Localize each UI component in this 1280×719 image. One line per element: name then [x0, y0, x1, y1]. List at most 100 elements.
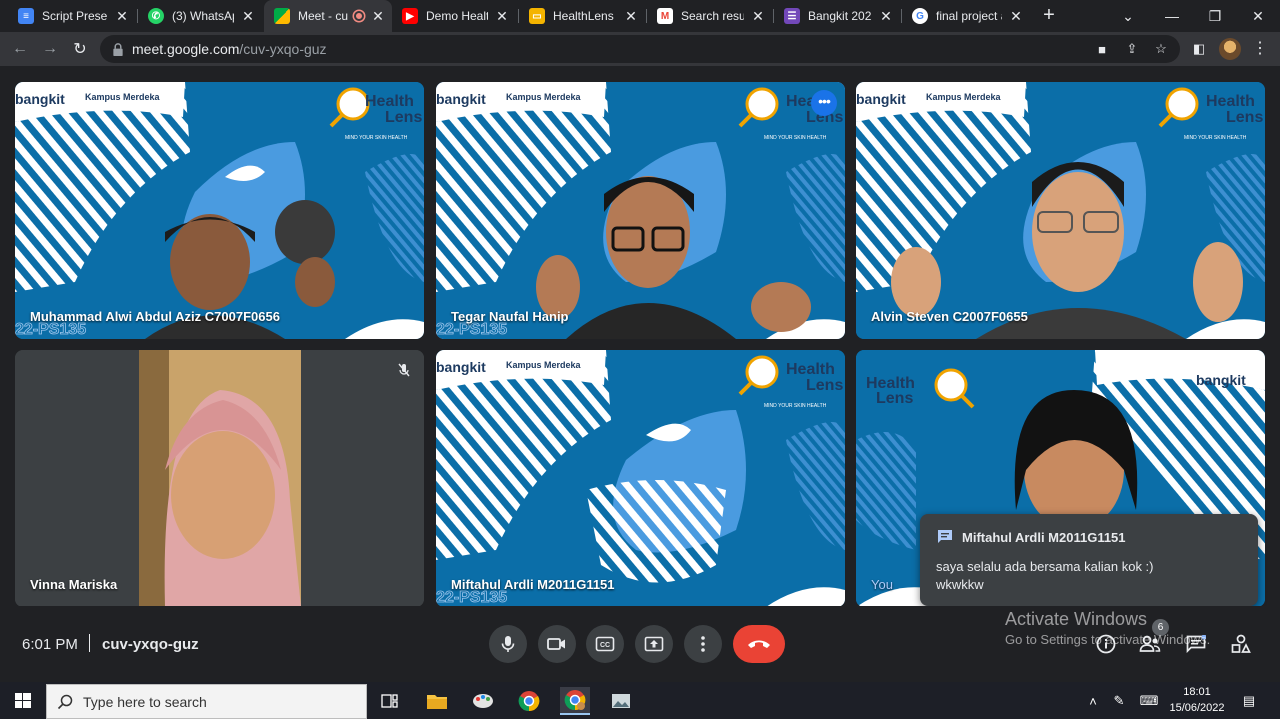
participant-tile[interactable]: bangkit Kampus Merdeka Health Lens MIND … [436, 82, 845, 339]
leave-call-button[interactable] [733, 625, 785, 663]
participant-name: Vinna Mariska [30, 577, 118, 592]
close-tab-icon[interactable]: ✕ [240, 8, 256, 25]
browser-menu-icon[interactable]: ⋮ [1252, 38, 1268, 58]
file-explorer-icon[interactable] [422, 687, 452, 715]
present-screen-button[interactable] [635, 625, 673, 663]
tab-whatsapp[interactable]: ✆ (3) WhatsApp ✕ [138, 0, 262, 32]
chrome-icon[interactable] [514, 687, 544, 715]
forward-button[interactable]: → [38, 37, 62, 61]
chat-message-popup[interactable]: Miftahul Ardli M2011G1151 saya selalu ad… [920, 514, 1258, 606]
google-slides-icon: ▭ [529, 8, 545, 24]
bg-logo-line2: Lens [385, 109, 422, 126]
close-tab-icon[interactable]: ✕ [114, 8, 130, 25]
tab-healthlens-presentation[interactable]: ▭ HealthLens Presentation ✕ [519, 0, 645, 32]
task-view-icon[interactable] [375, 687, 405, 715]
more-vert-icon [701, 636, 705, 652]
virtual-background: bangkit Kampus Merdeka Health Lens MIND … [436, 350, 845, 607]
participant-tile[interactable]: bangkit Kampus Merdeka Health Lens MIND … [15, 82, 424, 339]
close-tab-icon[interactable]: ✕ [494, 8, 510, 25]
url-host: meet.google.com [132, 41, 240, 57]
bg-logo-line1: Health [365, 93, 414, 110]
side-panel-icon[interactable]: ◧ [1189, 39, 1209, 59]
microphone-button[interactable] [489, 625, 527, 663]
address-bar[interactable]: meet.google.com/cuv-yxqo-guz [100, 35, 1180, 63]
bg-tagline: MIND YOUR SKIN HEALTH [1184, 135, 1247, 141]
taskbar-search-box[interactable]: Type here to search [46, 684, 367, 719]
tab-title: HealthLens Presentation [553, 9, 617, 23]
tab-title: Meet - cuv-yxqo-guz [298, 9, 348, 23]
video-camera-icon [547, 638, 565, 650]
camera-button[interactable] [538, 625, 576, 663]
bg-tagline: MIND YOUR SKIN HEALTH [345, 135, 408, 141]
tab-search-button[interactable]: ⌄ [1106, 0, 1150, 32]
profile-avatar[interactable] [1219, 38, 1241, 60]
bg-logo-line2: Lens [806, 377, 843, 394]
tab-gmail-search[interactable]: M Search results ✕ [647, 0, 772, 32]
captions-button[interactable]: CC [586, 625, 624, 663]
browser-tab-strip: ≡ Script Presentation ✕ ✆ (3) WhatsApp ✕… [0, 0, 1280, 32]
participant-name: You [871, 577, 893, 592]
bg-logo-line1: Health [786, 361, 835, 378]
close-tab-icon[interactable]: ✕ [1008, 8, 1024, 25]
tab-script-presentation[interactable]: ≡ Script Presentation ✕ [8, 0, 136, 32]
close-window-button[interactable]: ✕ [1236, 0, 1280, 32]
more-options-button[interactable] [684, 625, 722, 663]
bg-partner-text: Kampus Merdeka [506, 92, 582, 102]
participant-more-options-button[interactable]: ••• [811, 90, 837, 116]
divider [89, 634, 90, 652]
participant-video [15, 350, 424, 607]
google-docs-icon: ≡ [18, 8, 34, 24]
windows-start-icon[interactable] [8, 690, 38, 712]
activities-icon [1231, 634, 1251, 653]
back-button[interactable]: ← [8, 37, 32, 61]
tab-meet[interactable]: Meet - cuv-yxqo-guz ✕ [264, 0, 392, 32]
activities-button[interactable] [1229, 632, 1253, 656]
bg-partner-text: Kampus Merdeka [926, 92, 1002, 102]
bg-brand-text: bangkit [436, 359, 486, 375]
show-hidden-icons-icon[interactable]: ˄ [1082, 690, 1104, 712]
present-screen-icon [644, 636, 664, 652]
bg-partner-text: Kampus Merdeka [85, 92, 161, 102]
youtube-icon: ▶ [402, 8, 418, 24]
camera-permission-icon[interactable]: ■ [1092, 39, 1112, 59]
notifications-icon[interactable]: ▤ [1238, 690, 1260, 712]
bg-brand-text: bangkit [1196, 372, 1246, 388]
restore-button[interactable]: ❐ [1193, 0, 1237, 32]
photos-app-icon[interactable] [606, 687, 636, 715]
tab-final-project[interactable]: G final project a ✕ [902, 0, 1030, 32]
participant-tile[interactable]: Vinna Mariska [15, 350, 424, 607]
chat-bubble-icon [938, 530, 952, 543]
meeting-time: 6:01 PM [22, 636, 78, 653]
meeting-code: cuv-yxqo-guz [102, 636, 199, 653]
reload-button[interactable]: ↻ [68, 37, 92, 61]
svg-text:CC: CC [600, 642, 610, 649]
chrome-profile-icon[interactable] [560, 687, 590, 715]
tab-title: Search results [681, 9, 744, 23]
minimize-button[interactable]: — [1150, 0, 1194, 32]
close-tab-icon[interactable]: ✕ [878, 8, 894, 25]
taskbar-clock[interactable]: 18:01 15/06/2022 [1166, 684, 1228, 716]
bg-logo-line2: Lens [876, 390, 913, 407]
share-icon[interactable]: ⇪ [1122, 39, 1142, 59]
watermark-line2: Go to Settings to activate Windows. [1005, 632, 1211, 647]
bg-partner-text: Kampus Merdeka [506, 360, 582, 370]
bookmark-star-icon[interactable]: ☆ [1151, 39, 1171, 59]
closed-captions-icon: CC [595, 636, 615, 652]
taskbar-time: 18:01 [1183, 686, 1211, 698]
close-tab-icon[interactable]: ✕ [750, 8, 766, 25]
keyboard-icon[interactable]: ⌨ [1138, 690, 1160, 712]
close-tab-icon[interactable]: ✕ [370, 8, 386, 25]
new-tab-button[interactable]: + [1038, 4, 1060, 26]
google-icon: G [912, 8, 928, 24]
tab-bangkit-2022[interactable]: ☰ Bangkit 2022 ✕ [774, 0, 900, 32]
google-forms-icon: ☰ [784, 8, 800, 24]
close-tab-icon[interactable]: ✕ [623, 8, 639, 25]
paint-app-icon[interactable] [468, 687, 498, 715]
bg-tagline: MIND YOUR SKIN HEALTH [764, 403, 827, 409]
participant-tile[interactable]: bangkit Kampus Merdeka Health Lens MIND … [856, 82, 1265, 339]
tab-demo-healthlens[interactable]: ▶ Demo HealthLens ✕ [392, 0, 516, 32]
participant-tile[interactable]: bangkit Kampus Merdeka Health Lens MIND … [436, 350, 845, 607]
whatsapp-icon: ✆ [148, 8, 164, 24]
pen-icon[interactable]: ✎ [1108, 690, 1130, 712]
taskbar-date: 15/06/2022 [1169, 702, 1225, 714]
